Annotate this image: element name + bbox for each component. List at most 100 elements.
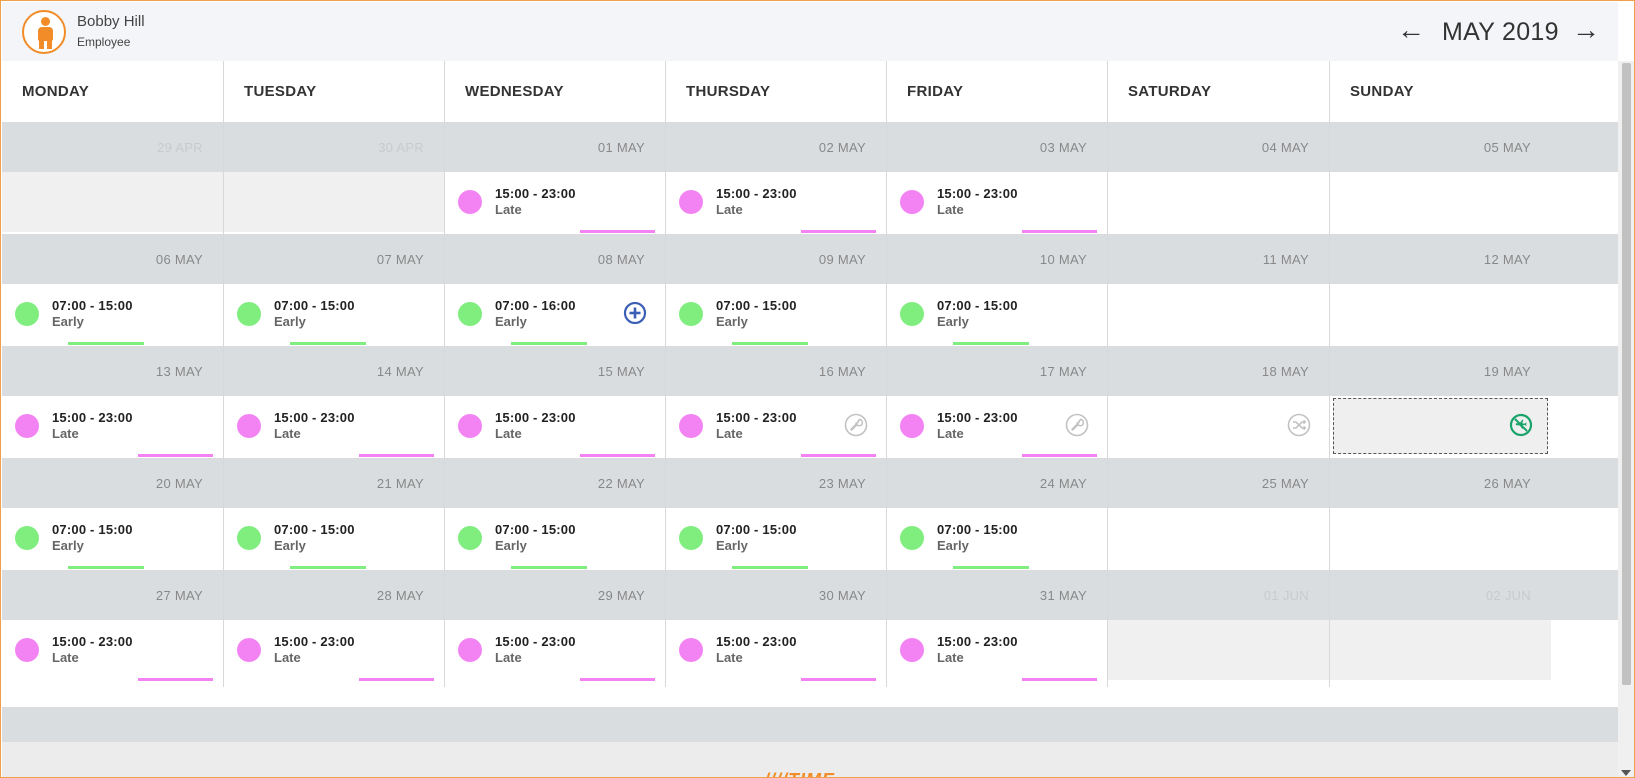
day-cell-content[interactable]: 07:00 - 15:00 Early bbox=[666, 508, 886, 569]
day-cell[interactable]: 04 MAY bbox=[1107, 122, 1329, 239]
day-cell-content[interactable]: 07:00 - 15:00 Early bbox=[887, 508, 1107, 569]
day-cell-content[interactable]: 15:00 - 23:00 Late bbox=[666, 620, 886, 681]
day-cell[interactable]: 19 MAY bbox=[1329, 346, 1551, 463]
day-cell-content[interactable]: 07:00 - 15:00 Early bbox=[224, 508, 444, 569]
day-cell-content[interactable]: 15:00 - 23:00 Late bbox=[445, 172, 665, 233]
shift-time[interactable]: 15:00 - 23:00 bbox=[495, 634, 576, 649]
shift-time[interactable]: 07:00 - 15:00 bbox=[716, 522, 797, 537]
shift-time[interactable]: 07:00 - 15:00 bbox=[716, 298, 797, 313]
shift-early-underline bbox=[953, 566, 1029, 569]
shift-time[interactable]: 15:00 - 23:00 bbox=[52, 410, 133, 425]
shift-time[interactable]: 15:00 - 23:00 bbox=[716, 634, 797, 649]
day-cell[interactable]: 06 MAY 07:00 - 15:00 Early bbox=[2, 234, 223, 351]
day-cell-content[interactable]: 15:00 - 23:00 Late bbox=[2, 620, 223, 681]
shift-late-dot-icon bbox=[237, 638, 261, 662]
day-cell-content[interactable] bbox=[1330, 172, 1551, 232]
shift-time[interactable]: 07:00 - 16:00 bbox=[495, 298, 576, 313]
day-cell[interactable]: 17 MAY 15:00 - 23:00 Late bbox=[886, 346, 1107, 463]
add-circle-icon[interactable] bbox=[623, 301, 647, 325]
shift-time[interactable]: 15:00 - 23:00 bbox=[495, 410, 576, 425]
user-avatar-icon[interactable] bbox=[22, 10, 66, 54]
day-cell[interactable]: 03 MAY 15:00 - 23:00 Late bbox=[886, 122, 1107, 239]
day-cell[interactable]: 20 MAY 07:00 - 15:00 Early bbox=[2, 458, 223, 575]
day-cell[interactable]: 18 MAY bbox=[1107, 346, 1329, 463]
shift-time[interactable]: 07:00 - 15:00 bbox=[52, 522, 133, 537]
day-cell-content[interactable]: 15:00 - 23:00 Late bbox=[887, 172, 1107, 233]
shift-time[interactable]: 15:00 - 23:00 bbox=[274, 634, 355, 649]
day-cell-content[interactable] bbox=[1108, 172, 1329, 232]
day-cell[interactable]: 21 MAY 07:00 - 15:00 Early bbox=[223, 458, 444, 575]
day-cell-content[interactable] bbox=[1330, 396, 1551, 456]
day-cell[interactable]: 30 MAY 15:00 - 23:00 Late bbox=[665, 570, 886, 687]
scroll-down-arrow-icon[interactable] bbox=[1621, 770, 1631, 776]
day-cell-content[interactable]: 15:00 - 23:00 Late bbox=[445, 620, 665, 681]
day-cell[interactable]: 26 MAY bbox=[1329, 458, 1551, 575]
scrollbar-thumb[interactable] bbox=[1622, 63, 1631, 685]
shift-time[interactable]: 15:00 - 23:00 bbox=[937, 634, 1018, 649]
day-cell-content[interactable] bbox=[1330, 508, 1551, 568]
day-cell-content[interactable]: 07:00 - 15:00 Early bbox=[2, 508, 223, 569]
day-cell-content[interactable]: 07:00 - 15:00 Early bbox=[666, 284, 886, 345]
day-cell[interactable]: 01 MAY 15:00 - 23:00 Late bbox=[444, 122, 665, 239]
shift-time[interactable]: 15:00 - 23:00 bbox=[716, 410, 797, 425]
day-cell-content[interactable] bbox=[1108, 284, 1329, 344]
shift-time[interactable]: 07:00 - 15:00 bbox=[937, 522, 1018, 537]
day-cell-content[interactable]: 15:00 - 23:00 Late bbox=[887, 620, 1107, 681]
day-cell-content[interactable]: 15:00 - 23:00 Late bbox=[445, 396, 665, 457]
day-cell[interactable]: 31 MAY 15:00 - 23:00 Late bbox=[886, 570, 1107, 687]
day-cell-content[interactable] bbox=[1330, 284, 1551, 344]
shift-time[interactable]: 15:00 - 23:00 bbox=[274, 410, 355, 425]
day-cell[interactable]: 12 MAY bbox=[1329, 234, 1551, 351]
day-cell-content[interactable]: 15:00 - 23:00 Late bbox=[224, 620, 444, 681]
day-cell[interactable]: 16 MAY 15:00 - 23:00 Late bbox=[665, 346, 886, 463]
day-cell[interactable]: 05 MAY bbox=[1329, 122, 1551, 239]
shift-time[interactable]: 07:00 - 15:00 bbox=[937, 298, 1018, 313]
no-flight-icon[interactable] bbox=[1509, 413, 1533, 437]
day-cell[interactable]: 23 MAY 07:00 - 15:00 Early bbox=[665, 458, 886, 575]
shift-time[interactable]: 07:00 - 15:00 bbox=[274, 298, 355, 313]
day-cell[interactable]: 11 MAY bbox=[1107, 234, 1329, 351]
previous-month-arrow-icon[interactable]: ← bbox=[1396, 16, 1426, 46]
day-cell[interactable]: 08 MAY 07:00 - 16:00 Early bbox=[444, 234, 665, 351]
shift-time[interactable]: 15:00 - 23:00 bbox=[937, 186, 1018, 201]
day-cell-content[interactable]: 15:00 - 23:00 Late bbox=[666, 172, 886, 233]
day-cell[interactable]: 07 MAY 07:00 - 15:00 Early bbox=[223, 234, 444, 351]
wrench-icon[interactable] bbox=[1065, 413, 1089, 437]
day-cell[interactable]: 02 MAY 15:00 - 23:00 Late bbox=[665, 122, 886, 239]
day-cell-content[interactable] bbox=[1108, 396, 1329, 456]
shift-time[interactable]: 15:00 - 23:00 bbox=[937, 410, 1018, 425]
shift-time[interactable]: 15:00 - 23:00 bbox=[716, 186, 797, 201]
day-cell-content[interactable]: 07:00 - 15:00 Early bbox=[887, 284, 1107, 345]
shift-time[interactable]: 07:00 - 15:00 bbox=[495, 522, 576, 537]
next-month-arrow-icon[interactable]: → bbox=[1571, 16, 1601, 46]
week-row: 13 MAY 15:00 - 23:00 Late 14 MAY 15:00 - 23:… bbox=[2, 346, 1618, 463]
wrench-icon[interactable] bbox=[844, 413, 868, 437]
day-cell-content[interactable] bbox=[1108, 508, 1329, 568]
day-cell-content[interactable]: 07:00 - 15:00 Early bbox=[445, 508, 665, 569]
day-cell-content[interactable]: 15:00 - 23:00 Late bbox=[666, 396, 886, 457]
shift-time[interactable]: 07:00 - 15:00 bbox=[274, 522, 355, 537]
day-cell[interactable]: 14 MAY 15:00 - 23:00 Late bbox=[223, 346, 444, 463]
day-cell[interactable]: 29 MAY 15:00 - 23:00 Late bbox=[444, 570, 665, 687]
day-cell-content[interactable]: 07:00 - 16:00 Early bbox=[445, 284, 665, 345]
day-cell[interactable]: 09 MAY 07:00 - 15:00 Early bbox=[665, 234, 886, 351]
day-cell[interactable]: 13 MAY 15:00 - 23:00 Late bbox=[2, 346, 223, 463]
vertical-scrollbar[interactable] bbox=[1618, 61, 1634, 777]
shift-time[interactable]: 15:00 - 23:00 bbox=[495, 186, 576, 201]
day-cell[interactable]: 25 MAY bbox=[1107, 458, 1329, 575]
day-cell-content[interactable]: 15:00 - 23:00 Late bbox=[2, 396, 223, 457]
day-cell-content[interactable]: 07:00 - 15:00 Early bbox=[2, 284, 223, 345]
shift-time[interactable]: 15:00 - 23:00 bbox=[52, 634, 133, 649]
day-cell-content[interactable]: 15:00 - 23:00 Late bbox=[887, 396, 1107, 457]
day-cell-content[interactable]: 15:00 - 23:00 Late bbox=[224, 396, 444, 457]
day-cell[interactable]: 10 MAY 07:00 - 15:00 Early bbox=[886, 234, 1107, 351]
day-cell[interactable]: 15 MAY 15:00 - 23:00 Late bbox=[444, 346, 665, 463]
shift-type: Late bbox=[716, 426, 743, 441]
day-cell[interactable]: 28 MAY 15:00 - 23:00 Late bbox=[223, 570, 444, 687]
day-cell[interactable]: 27 MAY 15:00 - 23:00 Late bbox=[2, 570, 223, 687]
shift-time[interactable]: 07:00 - 15:00 bbox=[52, 298, 133, 313]
shuffle-icon[interactable] bbox=[1287, 413, 1311, 437]
day-cell-content[interactable]: 07:00 - 15:00 Early bbox=[224, 284, 444, 345]
day-cell[interactable]: 24 MAY 07:00 - 15:00 Early bbox=[886, 458, 1107, 575]
day-cell[interactable]: 22 MAY 07:00 - 15:00 Early bbox=[444, 458, 665, 575]
